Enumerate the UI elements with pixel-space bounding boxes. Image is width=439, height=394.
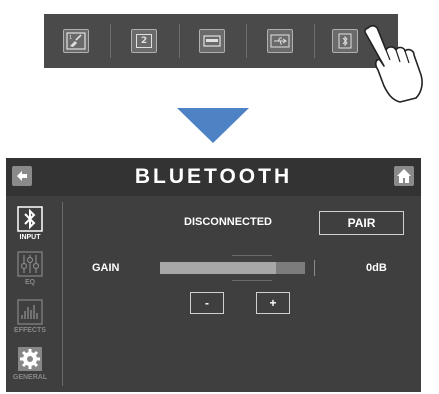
- sidebar-item-general[interactable]: GENERAL: [10, 346, 58, 390]
- pair-button[interactable]: PAIR: [319, 211, 404, 235]
- keyboard-button[interactable]: [199, 29, 225, 53]
- usb-button[interactable]: [267, 29, 293, 53]
- gear-icon: [18, 347, 42, 371]
- sidebar-label-effects: EFFECTS: [14, 327, 46, 334]
- guitar-input-icon: 1: [66, 32, 86, 50]
- svg-text:1: 1: [69, 35, 72, 41]
- sidebar-item-eq[interactable]: EQ: [10, 251, 58, 295]
- gain-value: 0dB: [366, 262, 387, 274]
- connection-status: DISCONNECTED: [184, 216, 273, 228]
- sidebar-label-general: GENERAL: [12, 374, 48, 381]
- page-title: BLUETOOTH: [134, 165, 293, 188]
- sidebar-divider: [62, 202, 63, 386]
- back-arrow-icon: [17, 171, 27, 181]
- usb-icon: [270, 34, 290, 48]
- keyboard-icon: [203, 35, 221, 47]
- bluetooth-icon: [17, 206, 43, 232]
- gain-slider[interactable]: [160, 255, 305, 281]
- bluetooth-screen: BLUETOOTH INPUT EQ EFFECTS GENERAL DISCO…: [6, 158, 421, 392]
- gain-decrease-button[interactable]: -: [190, 292, 224, 314]
- eq-sliders-icon: [17, 251, 43, 277]
- sidebar-item-input[interactable]: INPUT: [10, 206, 58, 250]
- bluetooth-icon: [338, 33, 352, 49]
- effects-bars-icon: [17, 299, 43, 325]
- input-2-button[interactable]: 2: [131, 29, 157, 53]
- home-icon: [397, 169, 411, 183]
- sidebar-label-input: INPUT: [19, 234, 41, 241]
- gain-slider-tick: [232, 280, 272, 281]
- guitar-input-button[interactable]: 1: [63, 29, 89, 53]
- input-selector-strip: 1 2: [44, 14, 398, 68]
- input-2-icon: 2: [135, 34, 153, 48]
- bluetooth-button[interactable]: [332, 29, 358, 53]
- home-button[interactable]: [394, 166, 414, 186]
- gain-slider-tick: [232, 255, 272, 256]
- down-arrow-icon: [177, 108, 249, 143]
- gain-slider-fill: [160, 262, 276, 274]
- gain-label: GAIN: [92, 262, 120, 274]
- back-button[interactable]: [12, 166, 32, 186]
- gain-slider-max-marker: [314, 260, 315, 276]
- gain-increase-button[interactable]: +: [256, 292, 290, 314]
- sidebar-item-effects[interactable]: EFFECTS: [10, 299, 58, 343]
- sidebar-label-eq: EQ: [24, 279, 36, 286]
- hand-pointer-icon: [364, 25, 423, 103]
